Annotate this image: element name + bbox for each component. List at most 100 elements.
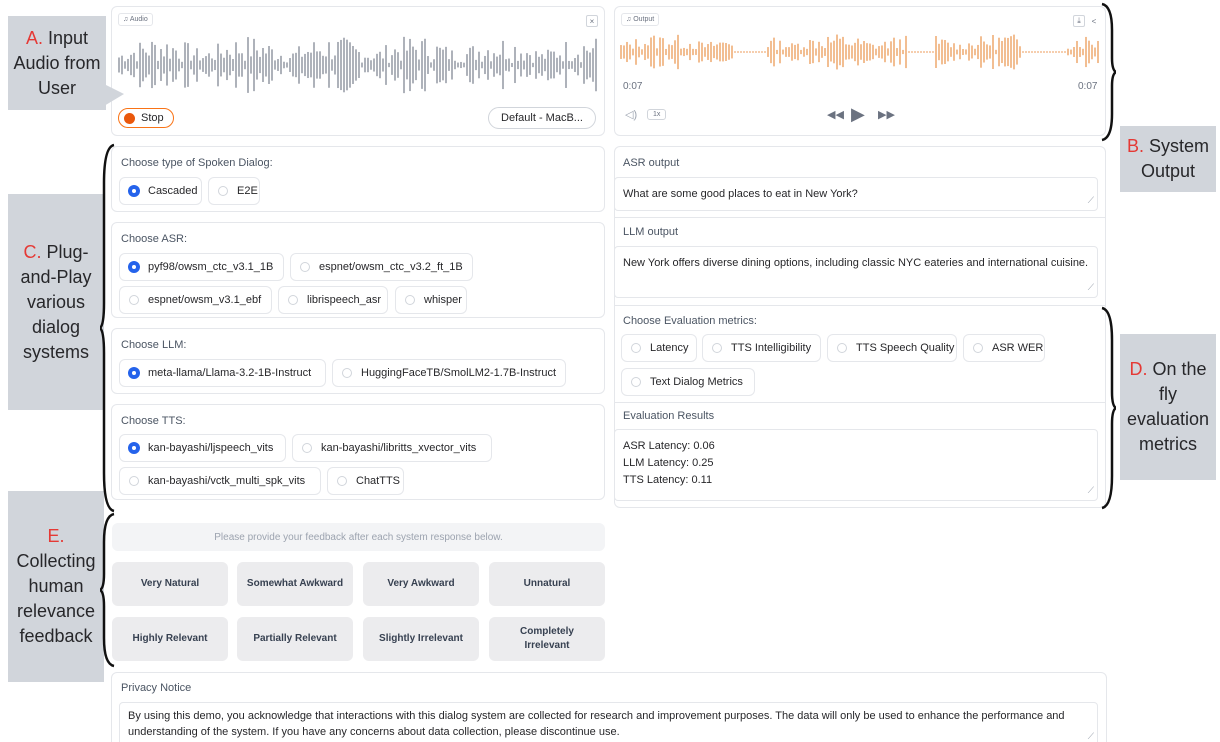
brace-b [1101,2,1116,142]
radio-label: whisper [424,294,462,306]
radio-asr-1[interactable]: espnet/owsm_ctc_v3.2_ft_1B [290,253,473,281]
dialog-type-label: Choose type of Spoken Dialog: [121,157,273,169]
volume-icon[interactable]: ◁) [625,108,637,121]
radio-dot [288,295,298,305]
feedback-unnatural-button[interactable]: Unnatural [489,562,605,606]
output-tag-label: Output [633,16,655,23]
checkbox-dot [712,343,722,353]
radio-dot [337,476,347,486]
radio-label: kan-bayashi/ljspeech_vits [148,442,274,454]
tts-label: Choose TTS: [121,415,186,427]
brace-d [1101,306,1116,510]
privacy-label: Privacy Notice [121,682,192,694]
llm-output-textbox[interactable]: New York offers diverse dining options, … [614,246,1098,298]
checkbox-label: Text Dialog Metrics [650,376,743,388]
asr-output-text: What are some good places to eat in New … [623,188,858,200]
radio-label: kan-bayashi/vctk_multi_spk_vits [148,475,306,487]
share-icon[interactable]: < [1088,15,1100,27]
radio-cascaded[interactable]: Cascaded [119,177,202,205]
device-select[interactable]: Default - MacB... [488,107,596,129]
divider [614,217,1106,218]
play-icon[interactable]: ▶ [851,104,865,125]
radio-tts-3[interactable]: ChatTTS [327,467,404,495]
result-line: TTS Latency: 0.11 [623,474,713,486]
radio-label: E2E [237,185,258,197]
results-textbox[interactable]: ASR Latency: 0.06 LLM Latency: 0.25 TTS … [614,429,1098,501]
checkbox-label: TTS Speech Quality [856,342,955,354]
annotation-b: B. System Output [1120,126,1216,192]
divider [614,305,1106,306]
time-start: 0:07 [623,81,643,92]
checkbox-latency[interactable]: Latency [621,334,697,362]
checkbox-dot [631,377,641,387]
radio-dot [129,295,139,305]
radio-tts-0[interactable]: kan-bayashi/ljspeech_vits [119,434,286,462]
radio-llm-0[interactable]: meta-llama/Llama-3.2-1B-Instruct [119,359,326,387]
feedback-very-awkward-button[interactable]: Very Awkward [363,562,479,606]
record-dot-icon [124,112,135,124]
feedback-very-natural-button[interactable]: Very Natural [112,562,228,606]
asr-output-textbox[interactable]: What are some good places to eat in New … [614,177,1098,211]
radio-label: espnet/owsm_ctc_v3.2_ft_1B [319,261,463,273]
checkbox-asr-wer[interactable]: ASR WER [963,334,1045,362]
radio-label: ChatTTS [356,475,401,487]
feedback-partially-relevant-button[interactable]: Partially Relevant [237,617,353,661]
checkbox-dot [837,343,847,353]
checkbox-label: ASR WER [992,342,1044,354]
checkbox-label: Latency [650,342,689,354]
resize-grip-icon[interactable]: ⟋ [1088,482,1094,499]
privacy-textbox[interactable]: By using this demo, you acknowledge that… [119,702,1098,742]
divider [614,402,1106,403]
annotation-letter: C. [23,241,42,262]
radio-asr-0[interactable]: pyf98/owsm_ctc_v3.1_1B [119,253,284,281]
input-waveform [118,36,597,94]
feedback-note: Please provide your feedback after each … [112,523,605,551]
close-icon[interactable]: × [586,15,598,27]
stop-button[interactable]: Stop [118,108,174,128]
rewind-icon[interactable]: ◀◀ [827,108,844,121]
checkbox-text-dialog-metrics[interactable]: Text Dialog Metrics [621,368,755,396]
radio-label: pyf98/owsm_ctc_v3.1_1B [148,261,274,273]
radio-label: librispeech_asr [307,294,381,306]
radio-label: kan-bayashi/libritts_xvector_vits [321,442,477,454]
checkbox-tts-intelligibility[interactable]: TTS Intelligibility [702,334,821,362]
radio-asr-4[interactable]: whisper [395,286,467,314]
radio-dot-selected [129,186,139,196]
download-icon[interactable]: ⤓ [1073,15,1085,27]
annotation-c: C. Plug-and-Play various dialog systems [8,194,104,410]
checkbox-dot [631,343,641,353]
forward-icon[interactable]: ▶▶ [878,108,895,121]
privacy-text: By using this demo, you acknowledge that… [128,710,1065,738]
llm-output-text: New York offers diverse dining options, … [623,257,1089,269]
radio-dot-selected [129,368,139,378]
radio-dot [218,186,228,196]
radio-e2e[interactable]: E2E [208,177,260,205]
result-line: LLM Latency: 0.25 [623,457,714,469]
annotation-text: Collecting human relevance feedback [16,551,96,646]
radio-label: espnet/owsm_v3.1_ebf [148,294,262,306]
resize-grip-icon[interactable]: ⟋ [1088,192,1094,209]
result-line: ASR Latency: 0.06 [623,440,715,452]
radio-asr-2[interactable]: espnet/owsm_v3.1_ebf [119,286,272,314]
checkbox-tts-speech-quality[interactable]: TTS Speech Quality [827,334,957,362]
radio-tts-1[interactable]: kan-bayashi/libritts_xvector_vits [292,434,492,462]
resize-grip-icon[interactable]: ⟋ [1088,279,1094,296]
feedback-highly-relevant-button[interactable]: Highly Relevant [112,617,228,661]
feedback-slightly-irrelevant-button[interactable]: Slightly Irrelevant [363,617,479,661]
feedback-completely-irrelevant-button[interactable]: Completely Irrelevant [489,617,605,661]
radio-llm-1[interactable]: HuggingFaceTB/SmolLM2-1.7B-Instruct [332,359,566,387]
resize-grip-icon[interactable]: ⟋ [1088,728,1094,742]
speed-button[interactable]: 1x [647,109,667,120]
checkbox-label: TTS Intelligibility [731,342,812,354]
asr-label: Choose ASR: [121,233,188,245]
annotation-letter: D. [1129,359,1148,379]
feedback-somewhat-awkward-button[interactable]: Somewhat Awkward [237,562,353,606]
radio-tts-2[interactable]: kan-bayashi/vctk_multi_spk_vits [119,467,321,495]
radio-dot [129,476,139,486]
radio-asr-3[interactable]: librispeech_asr [278,286,388,314]
radio-dot [302,443,312,453]
radio-dot [342,368,352,378]
brace-e [100,512,115,668]
results-label: Evaluation Results [623,410,715,422]
audio-tag-label: Audio [129,16,148,23]
